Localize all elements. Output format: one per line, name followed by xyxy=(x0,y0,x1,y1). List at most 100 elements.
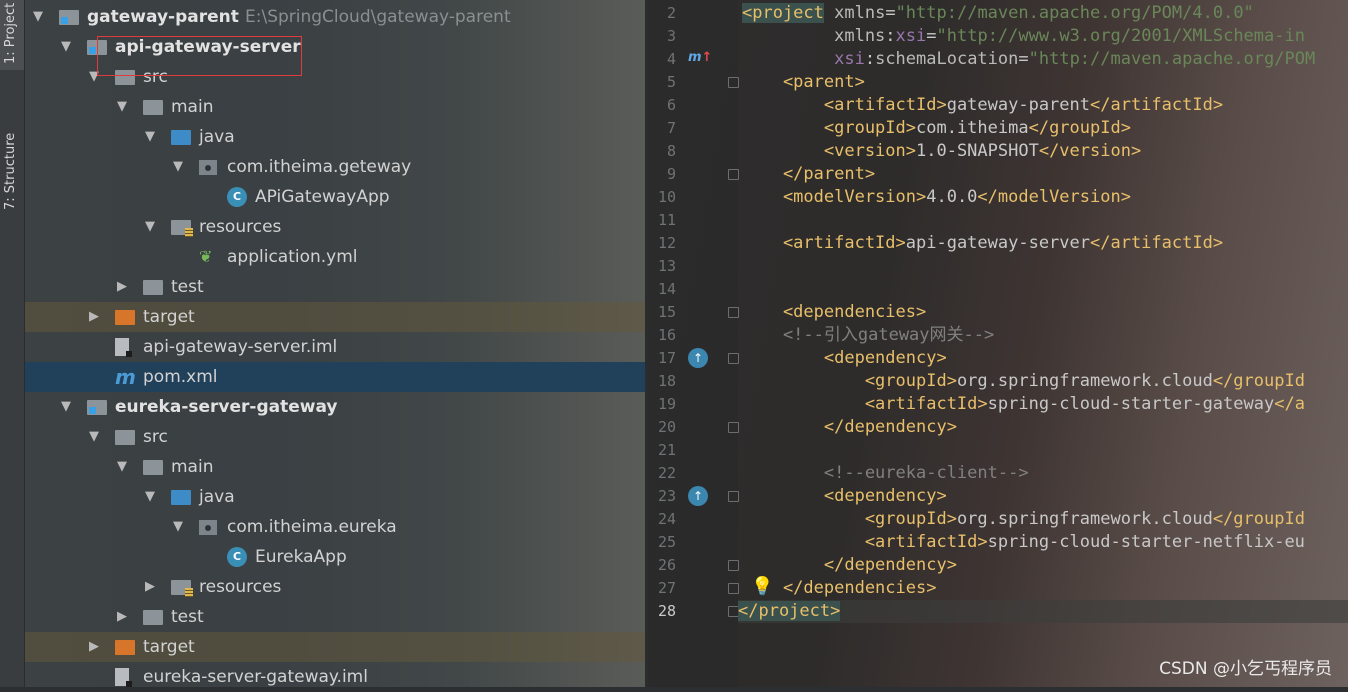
chevron-down-icon[interactable]: ▼ xyxy=(117,92,131,122)
fold-marker-icon[interactable] xyxy=(728,169,739,180)
chevron-down-icon[interactable]: ▼ xyxy=(145,482,159,512)
line-number: 6 xyxy=(666,96,676,114)
code-line[interactable]: </project> xyxy=(738,600,1348,623)
line-number: 20 xyxy=(657,418,676,436)
line-number: 8 xyxy=(666,142,676,160)
chevron-right-icon[interactable]: ▶ xyxy=(89,302,103,332)
tree-item[interactable]: ▼ main xyxy=(25,452,645,482)
tree-item[interactable]: api-gateway-server.iml xyxy=(25,332,645,362)
code-line[interactable]: </parent> xyxy=(742,163,875,186)
code-line[interactable]: <dependency> xyxy=(742,347,947,370)
code-line[interactable]: <project xmlns="http://maven.apache.org/… xyxy=(742,2,1254,25)
tree-item[interactable]: ▼ gateway-parent E:\SpringCloud\gateway-pa… xyxy=(25,2,645,32)
code-token: <project xyxy=(742,3,824,23)
code-line[interactable]: <dependencies> xyxy=(742,301,926,324)
dependency-gutter-icon[interactable]: ↑ xyxy=(688,486,708,506)
code-line[interactable]: <artifactId>api-gateway-server</artifact… xyxy=(742,232,1223,255)
chevron-down-icon[interactable]: ▼ xyxy=(173,152,187,182)
code-line[interactable]: xmlns:xsi="http://www.w3.org/2001/XMLSch… xyxy=(742,25,1305,48)
fold-marker-icon[interactable] xyxy=(728,583,739,594)
chevron-down-icon[interactable]: ▼ xyxy=(145,122,159,152)
chevron-down-icon[interactable]: ▼ xyxy=(145,212,159,242)
code-line[interactable]: <!--eureka-client--> xyxy=(742,462,1029,485)
code-token: = xyxy=(1018,49,1029,69)
tree-item[interactable]: ▼ java xyxy=(25,482,645,512)
line-number: 23 xyxy=(657,487,676,505)
code-token: xmlns xyxy=(823,3,886,23)
maven-parent-icon[interactable]: m↑ xyxy=(688,50,712,65)
tree-item-label: api-gateway-server.iml xyxy=(143,337,338,357)
chevron-down-icon[interactable]: ▼ xyxy=(173,512,187,542)
tree-item-path: E:\SpringCloud\gateway-parent xyxy=(245,7,511,27)
code-token: <modelVersion> xyxy=(742,187,927,207)
tree-item[interactable]: m pom.xml xyxy=(25,362,645,392)
code-line[interactable]: <!--引入gateway网关--> xyxy=(742,324,994,347)
tree-item[interactable]: ▼ resources xyxy=(25,212,645,242)
fold-marker-icon[interactable] xyxy=(728,307,739,318)
chevron-down-icon[interactable]: ▼ xyxy=(61,32,75,62)
code-token: xmlns xyxy=(742,26,886,46)
code-line[interactable]: <artifactId>spring-cloud-starter-gateway… xyxy=(742,393,1305,416)
code-line[interactable]: <parent> xyxy=(742,71,865,94)
code-line[interactable]: </dependency> xyxy=(742,554,957,577)
code-line[interactable]: <version>1.0-SNAPSHOT</version> xyxy=(742,140,1141,163)
code-token: </dependency> xyxy=(742,417,957,437)
tree-item[interactable]: C APiGatewayApp xyxy=(25,182,645,212)
chevron-down-icon[interactable]: ▼ xyxy=(89,422,103,452)
chevron-right-icon[interactable]: ▶ xyxy=(117,602,131,632)
line-number: 3 xyxy=(666,27,676,45)
line-number: 17 xyxy=(657,349,676,367)
chevron-right-icon[interactable]: ▶ xyxy=(145,572,159,602)
fold-marker-icon[interactable] xyxy=(728,491,739,502)
fold-marker-icon[interactable] xyxy=(728,77,739,88)
tree-item[interactable]: ▼ java xyxy=(25,122,645,152)
chevron-down-icon[interactable]: ▼ xyxy=(33,2,47,32)
tree-item[interactable]: ▼ com.itheima.geteway xyxy=(25,152,645,182)
tree-item[interactable]: ▶ target xyxy=(25,302,645,332)
chevron-down-icon[interactable]: ▼ xyxy=(61,392,75,422)
chevron-right-icon[interactable]: ▶ xyxy=(89,632,103,662)
tree-item[interactable]: ▶ test xyxy=(25,272,645,302)
chevron-down-icon[interactable]: ▼ xyxy=(117,452,131,482)
tool-window-tab-project-label: 1: Project xyxy=(3,2,18,64)
code-line[interactable]: xsi:schemaLocation="http://maven.apache.… xyxy=(742,48,1315,71)
source-folder-icon xyxy=(171,490,191,505)
tree-item[interactable]: ▼ com.itheima.eureka xyxy=(25,512,645,542)
code-line[interactable]: <groupId>org.springframework.cloud</grou… xyxy=(742,370,1305,393)
dependency-gutter-icon[interactable]: ↑ xyxy=(688,348,708,368)
code-line[interactable]: <artifactId>gateway-parent</artifactId> xyxy=(742,94,1223,117)
fold-marker-icon[interactable] xyxy=(728,353,739,364)
code-token: api-gateway-server xyxy=(905,233,1090,253)
code-line[interactable]: <groupId>com.itheima</groupId> xyxy=(742,117,1131,140)
code-token: </parent> xyxy=(742,164,876,184)
tool-window-tab-project[interactable]: 1: Project xyxy=(0,0,24,70)
tree-item-label: main xyxy=(171,97,214,117)
code-line[interactable]: </dependency> xyxy=(742,416,957,439)
code-line[interactable]: <groupId>org.springframework.cloud</grou… xyxy=(742,508,1305,531)
tree-item[interactable]: ▶ resources xyxy=(25,572,645,602)
code-line[interactable]: <artifactId>spring-cloud-starter-netflix… xyxy=(742,531,1305,554)
tree-item[interactable]: eureka-server-gateway.iml xyxy=(25,662,645,692)
line-number: 5 xyxy=(666,73,676,91)
tree-item-label: target xyxy=(143,307,195,327)
tool-window-tab-structure[interactable]: 7: Structure xyxy=(0,95,24,215)
highlight-box xyxy=(97,36,302,76)
tree-item[interactable]: ▶ test xyxy=(25,602,645,632)
code-editor[interactable]: 2 3 4 m↑ 5 6 7 8 9 10 11 12 13 14 15 16 17 ↑ 18 19 20 21 22 23 ↑… xyxy=(648,0,1348,687)
fold-marker-icon[interactable] xyxy=(728,422,739,433)
code-line[interactable]: <modelVersion>4.0.0</modelVersion> xyxy=(742,186,1131,209)
chevron-right-icon[interactable]: ▶ xyxy=(117,272,131,302)
lightbulb-icon[interactable]: 💡 xyxy=(751,576,773,597)
tree-item[interactable]: ▶ target xyxy=(25,632,645,662)
tree-item[interactable]: C EurekaApp xyxy=(25,542,645,572)
tree-item[interactable]: ▼ src xyxy=(25,422,645,452)
fold-marker-icon[interactable] xyxy=(728,560,739,571)
tree-item-label: target xyxy=(143,637,195,657)
code-line[interactable]: <dependency> xyxy=(742,485,947,508)
tree-item[interactable]: ❦ application.yml xyxy=(25,242,645,272)
module-folder-icon xyxy=(87,400,107,415)
tree-item[interactable]: ▼ eureka-server-gateway xyxy=(25,392,645,422)
code-token: <artifactId> xyxy=(742,532,988,552)
code-token: <version> xyxy=(742,141,916,161)
tree-item[interactable]: ▼ main xyxy=(25,92,645,122)
